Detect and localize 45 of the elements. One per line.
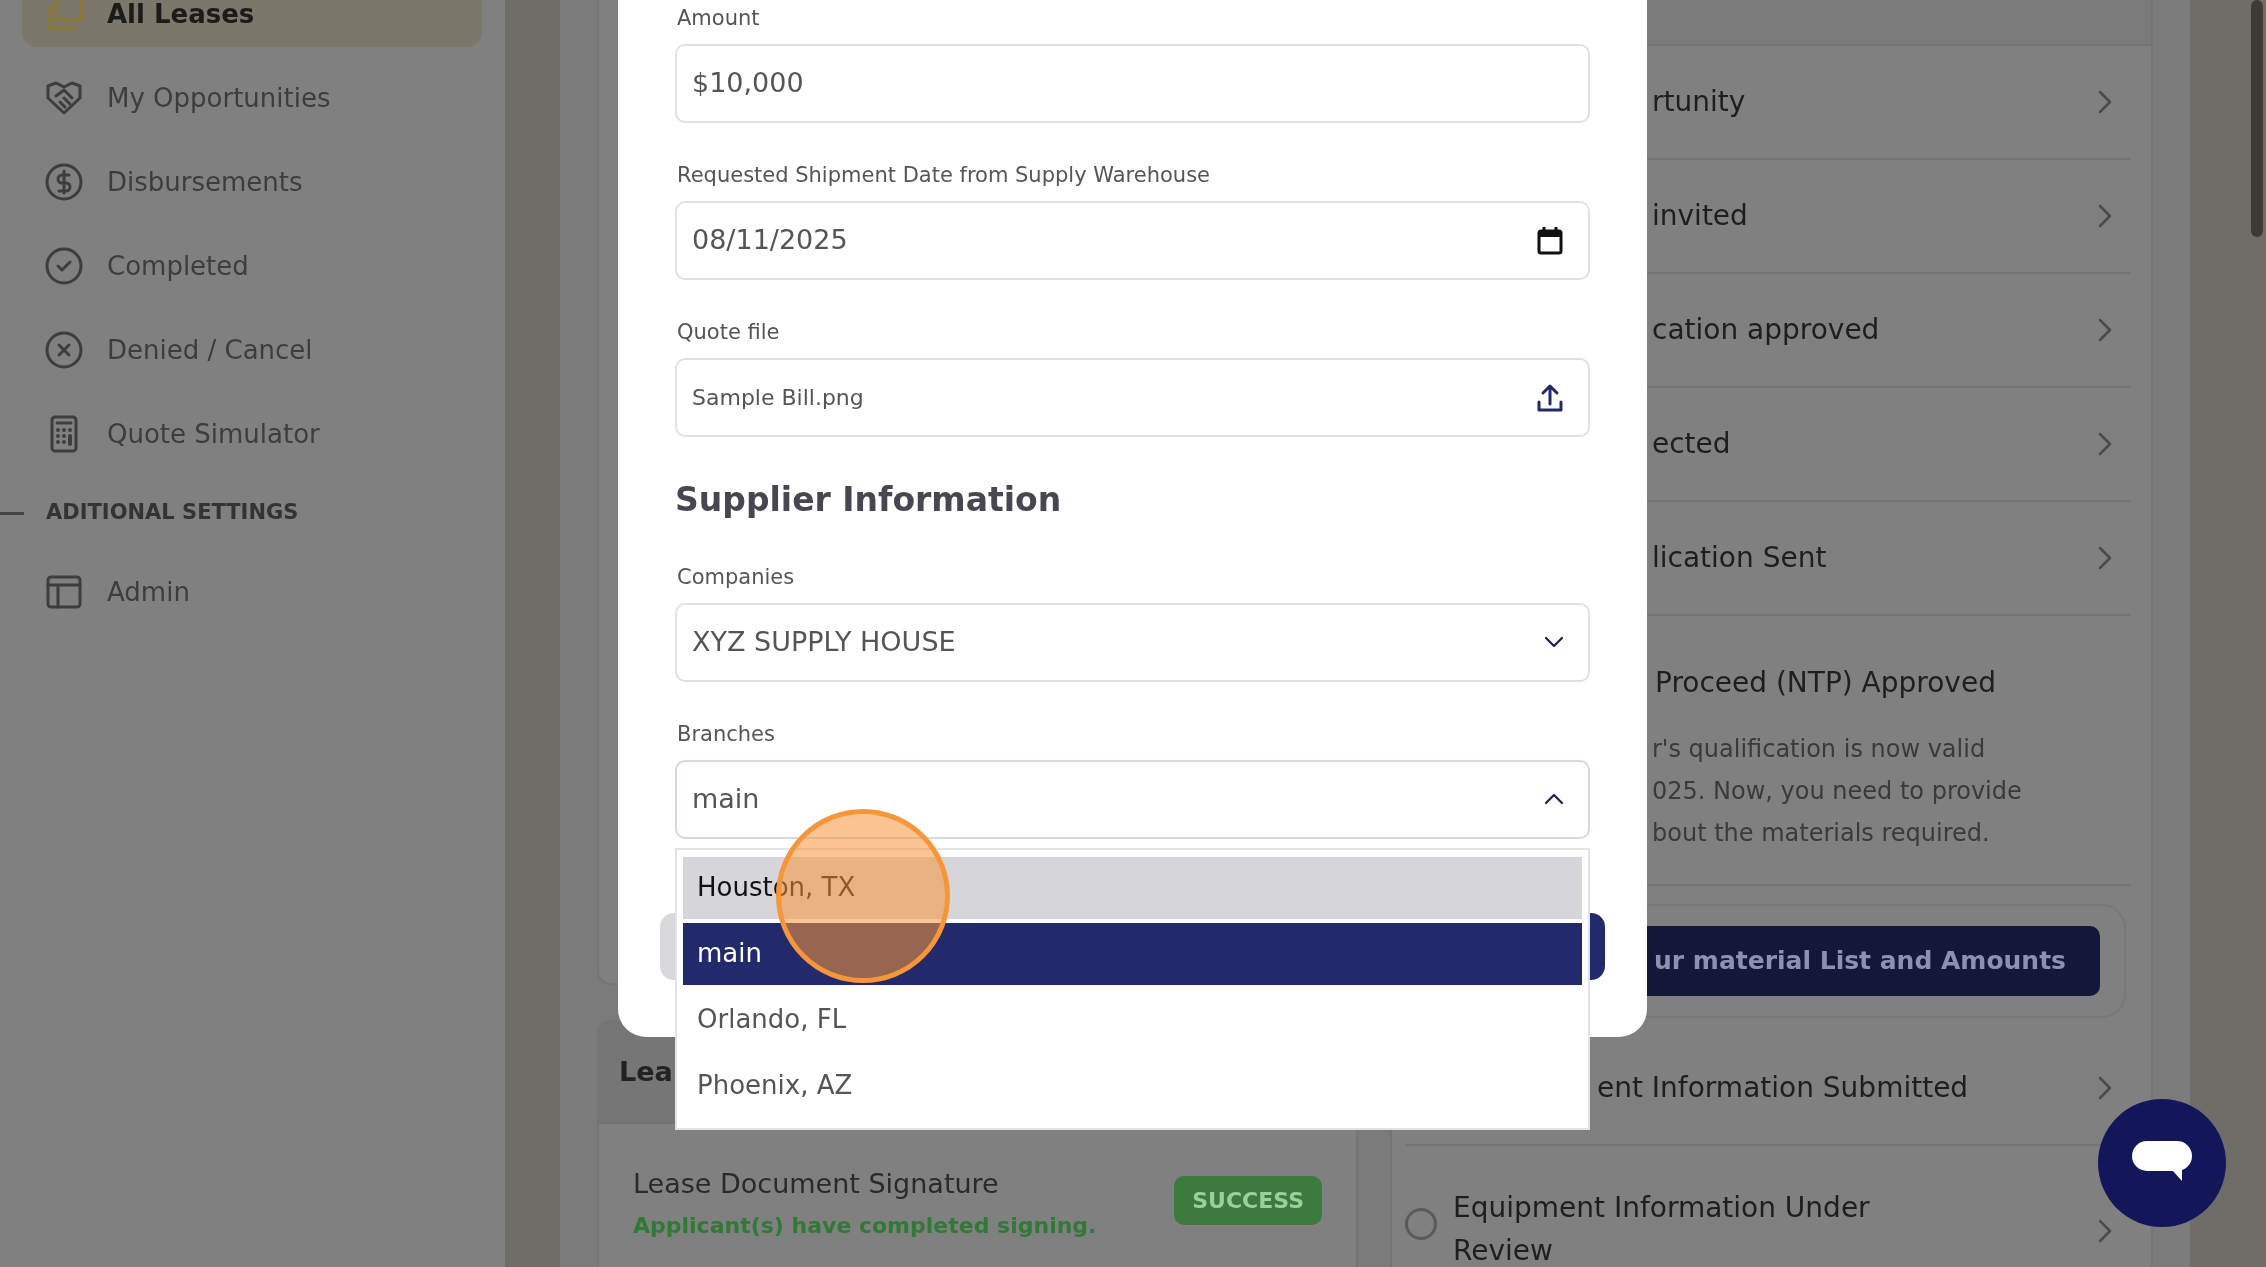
step-title: Proceed (NTP) Approved — [1654, 665, 1997, 701]
step-title[interactable]: invited — [1652, 195, 1748, 237]
chevron-right-icon[interactable] — [2097, 545, 2113, 571]
sidebar-item[interactable]: Denied / Cancel — [22, 308, 482, 392]
step-title[interactable]: Equipment Information Under Review — [1453, 1186, 1873, 1267]
step-title[interactable]: lication Sent — [1652, 537, 1827, 579]
item-title: Lease Document Signature — [633, 1167, 1000, 1201]
dropdown-option[interactable]: main — [683, 922, 1582, 985]
file-field[interactable]: Sample Bill.png — [675, 358, 1590, 437]
radio-circle[interactable] — [1405, 1208, 1437, 1240]
section-heading: ADITIONAL SETTINGS — [46, 499, 299, 527]
status-badge: SUCCESS — [1174, 1176, 1322, 1225]
close-circle-icon — [44, 330, 84, 370]
sidebar-item[interactable]: All Leases — [22, 0, 482, 47]
field-label: Companies — [676, 563, 796, 591]
section-title: Supplier Information — [675, 479, 1063, 521]
sidebar-item[interactable]: Completed — [22, 224, 482, 308]
chevron-right-icon[interactable] — [2097, 1075, 2113, 1101]
chevron-right-icon[interactable] — [2097, 203, 2113, 229]
select-field[interactable]: XYZ SUPPLY HOUSE — [675, 602, 1590, 682]
chevron-right-icon[interactable] — [2097, 431, 2113, 457]
step-title[interactable]: ected — [1652, 423, 1731, 465]
date-field[interactable]: 08/11/2025 — [675, 201, 1590, 280]
check-circle-icon — [44, 246, 84, 286]
field-label: Requested Shipment Date from Supply Warehouse — [676, 162, 1211, 189]
chevron-right-icon[interactable] — [2097, 1218, 2113, 1244]
chevron-right-icon[interactable] — [2097, 317, 2113, 343]
field-label: Amount — [676, 5, 761, 32]
sidebar-item[interactable]: My Opportunities — [22, 56, 482, 140]
step-title[interactable]: rtunity — [1652, 81, 1746, 123]
calendar-icon[interactable] — [1536, 224, 1564, 257]
dollar-circle-icon — [44, 162, 84, 202]
sidebar-item[interactable]: Quote Simulator — [22, 392, 482, 476]
scrollbar-thumb[interactable] — [2251, 0, 2263, 237]
select-field[interactable]: main — [675, 759, 1590, 839]
field-label: Quote file — [676, 319, 781, 346]
step-title[interactable]: cation approved — [1652, 309, 1880, 351]
sidebar-item[interactable]: Disbursements — [22, 140, 482, 224]
input-field[interactable]: $10,000 — [675, 44, 1590, 123]
chevron-right-icon[interactable] — [2097, 89, 2113, 115]
sidebar-item[interactable]: Admin — [22, 550, 482, 634]
section-marker — [0, 511, 24, 515]
step-title[interactable]: ent Information Submitted — [1597, 1067, 1969, 1109]
field-label: Branches — [676, 720, 776, 748]
item-subtitle: Applicant(s) have completed signing. — [633, 1211, 1097, 1240]
